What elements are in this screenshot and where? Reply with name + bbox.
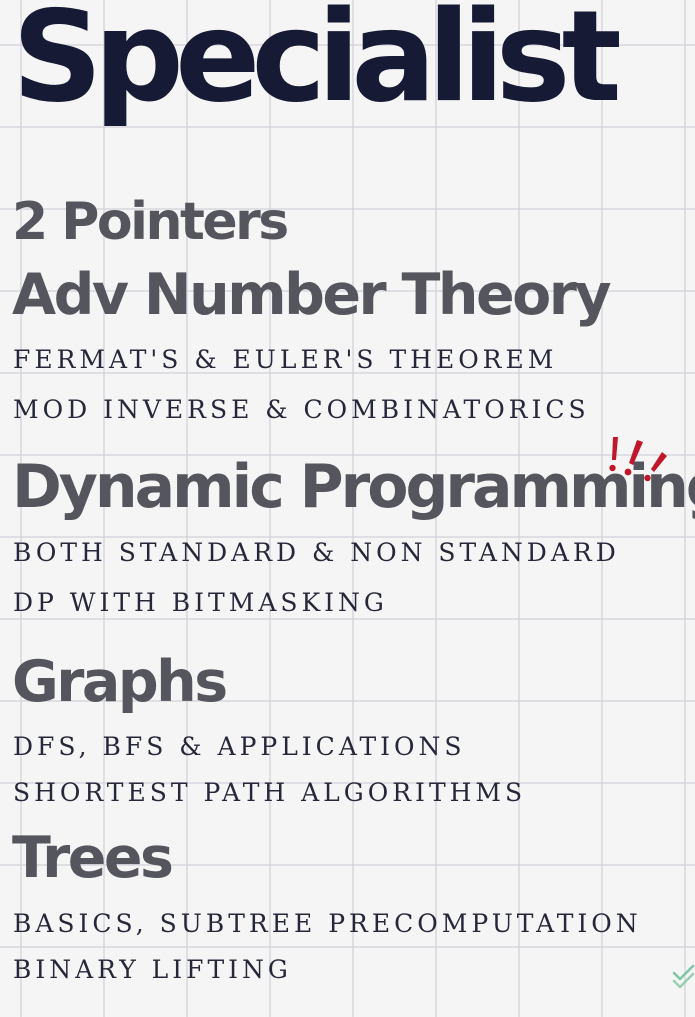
item-mod-inverse: MOD INVERSE & COMBINATORICS	[13, 395, 590, 424]
heading-two-pointers: 2 Pointers	[12, 192, 289, 252]
item-shortest-path: SHORTEST PATH ALGORITHMS	[13, 778, 527, 807]
heading-dynamic-programming: Dynamic Programming	[12, 452, 695, 522]
page-title: Specialist	[12, 0, 622, 130]
item-standard-dp: BOTH STANDARD & NON STANDARD	[13, 538, 620, 567]
check-icon	[672, 964, 695, 989]
item-bitmasking-dp: DP WITH BITMASKING	[13, 588, 388, 617]
item-fermat-euler: FERMAT'S & EULER'S THEOREM	[13, 345, 558, 374]
item-binary-lifting: BINARY LIFTING	[13, 955, 292, 984]
exclamation-marks-icon	[609, 437, 667, 482]
heading-trees: Trees	[12, 825, 174, 891]
heading-graphs: Graphs	[12, 649, 228, 715]
item-dfs-bfs: DFS, BFS & APPLICATIONS	[13, 732, 466, 761]
item-subtree-precomputation: BASICS, SUBTREE PRECOMPUTATION	[13, 909, 642, 938]
heading-adv-number-theory: Adv Number Theory	[12, 262, 612, 328]
